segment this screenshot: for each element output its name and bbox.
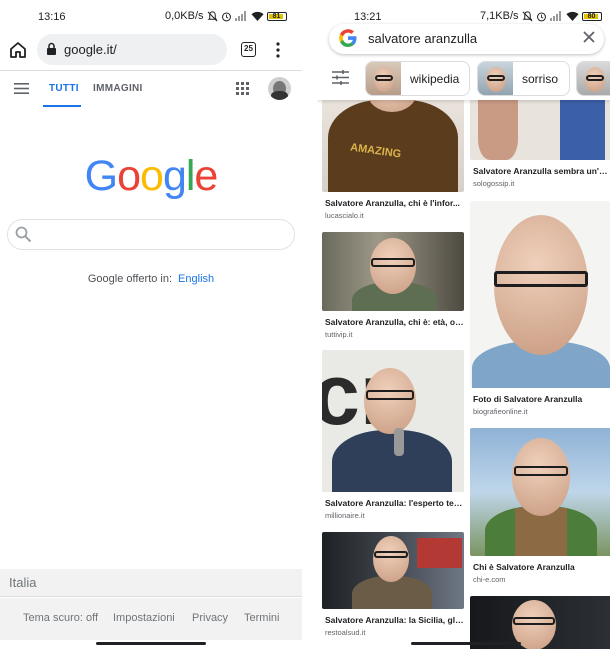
language-link[interactable]: English: [178, 273, 214, 285]
result-title: Salvatore Aranzulla: la Sicilia, gli ...: [325, 615, 464, 625]
footer-privacy[interactable]: Privacy: [192, 612, 228, 624]
gesture-handle[interactable]: [411, 642, 521, 645]
status-icons: 0,0KB/s 81: [165, 10, 287, 22]
chip-more[interactable]: [576, 61, 610, 96]
battery-icon: 81: [266, 11, 287, 21]
signal-icon: [549, 11, 561, 21]
language-offer: Google offerto in: English: [0, 273, 302, 285]
status-time: 13:21: [354, 11, 382, 23]
result-domain: biografieonline.it: [473, 407, 528, 416]
address-bar[interactable]: google.it/: [37, 34, 227, 65]
mute-icon: [522, 10, 532, 21]
tab-switcher-button[interactable]: 25: [241, 42, 256, 57]
chip-thumbnail: [478, 62, 513, 95]
close-icon[interactable]: [582, 30, 596, 44]
result-card[interactable]: AMAZING Salvatore Aranzulla, chi è l'inf…: [322, 100, 464, 220]
status-bar: 13:16 0,0KB/s 81: [0, 0, 302, 34]
google-nav: TUTTI IMMAGINI: [0, 71, 302, 107]
battery-icon: 80: [581, 11, 602, 21]
gesture-handle[interactable]: [96, 642, 206, 645]
result-domain: millionaire.it: [325, 511, 365, 520]
left-phone-screen: 13:16 0,0KB/s 81 google.it/ 25 TUTTI IMM…: [0, 0, 302, 649]
result-card[interactable]: cr Salvatore Aranzulla: l'esperto tec...…: [322, 350, 464, 520]
alarm-icon: [221, 12, 231, 21]
image-search-bar[interactable]: salvatore aranzulla: [329, 24, 604, 54]
result-image: [470, 100, 610, 160]
search-query: salvatore aranzulla: [368, 31, 478, 46]
country-label: Italia: [9, 575, 37, 590]
result-image: AMAZING: [322, 100, 464, 192]
alarm-icon: [536, 12, 546, 21]
status-time: 13:16: [38, 11, 66, 23]
mute-icon: [207, 10, 217, 21]
chip-sorriso[interactable]: sorriso: [477, 61, 570, 96]
result-card[interactable]: Salvatore Aranzulla: la Sicilia, gli ...…: [322, 532, 464, 637]
url-text: google.it/: [64, 42, 117, 57]
tab-tutti[interactable]: TUTTI: [49, 83, 79, 94]
tab-immagini[interactable]: IMMAGINI: [93, 83, 143, 94]
result-card[interactable]: Chi è Salvatore Aranzulla chi-e.com: [470, 428, 610, 584]
chip-thumbnail: [366, 62, 401, 95]
menu-icon[interactable]: [14, 83, 29, 94]
result-image: [322, 232, 464, 311]
google-logo: Google: [84, 152, 219, 200]
tune-icon[interactable]: [332, 70, 349, 85]
result-domain: chi-e.com: [473, 575, 506, 584]
net-speed: 7,1KB/s: [480, 10, 519, 22]
footer-terms[interactable]: Termini: [244, 612, 279, 624]
screen-gap: [302, 0, 317, 649]
right-phone-screen: 13:21 7,1KB/s 80 salvatore aranzulla wik…: [317, 0, 610, 649]
footer-dark-theme[interactable]: Tema scuro: off: [23, 612, 98, 624]
result-domain: restoalsud.it: [325, 628, 366, 637]
result-domain: tuttivip.it: [325, 330, 353, 339]
chip-thumbnail: [577, 62, 610, 95]
offered-label: Google offerto in:: [87, 273, 173, 285]
net-speed: 0,0KB/s: [165, 10, 204, 22]
status-icons: 7,1KB/s 80: [480, 10, 602, 22]
chip-wikipedia[interactable]: wikipedia: [365, 61, 470, 96]
lock-icon: [47, 42, 56, 55]
footer-links: Tema scuro: off Impostazioni Privacy Ter…: [0, 598, 302, 640]
result-image: [322, 532, 464, 609]
result-title: Salvatore Aranzulla, chi è: età, or...: [325, 317, 464, 327]
search-icon: [15, 226, 32, 243]
result-image: [470, 201, 610, 388]
signal-icon: [234, 11, 246, 21]
active-tab-indicator: [43, 105, 81, 107]
account-avatar[interactable]: [268, 77, 291, 100]
result-image: cr: [322, 350, 464, 492]
search-input[interactable]: [7, 219, 295, 250]
result-card[interactable]: Salvatore Aranzulla, chi è: età, or... t…: [322, 232, 464, 339]
image-results-grid: AMAZING Salvatore Aranzulla, chi è l'inf…: [317, 100, 610, 649]
google-g-icon: [339, 29, 357, 47]
browser-toolbar: google.it/ 25: [0, 34, 302, 66]
result-title: Foto di Salvatore Aranzulla: [473, 394, 583, 404]
apps-grid-icon[interactable]: [236, 82, 249, 95]
result-title: Salvatore Aranzulla sembra un'al...: [473, 166, 610, 176]
footer-country: Italia: [0, 569, 302, 597]
filter-chips: wikipedia sorriso: [317, 58, 610, 100]
result-domain: sologossip.it: [473, 179, 515, 188]
result-image: [470, 428, 610, 556]
chip-label: sorriso: [522, 72, 559, 86]
home-icon[interactable]: [9, 41, 27, 58]
result-domain: lucascialo.it: [325, 211, 364, 220]
result-title: Salvatore Aranzulla: l'esperto tec...: [325, 498, 464, 508]
result-card[interactable]: Salvatore Aranzulla sembra un'al... solo…: [470, 100, 610, 188]
more-menu-icon[interactable]: [275, 42, 281, 58]
wifi-icon: [566, 11, 579, 21]
result-title: Salvatore Aranzulla, chi è l'infor...: [325, 198, 460, 208]
chip-label: wikipedia: [410, 72, 460, 86]
wifi-icon: [251, 11, 264, 21]
result-card[interactable]: Foto di Salvatore Aranzulla biografieonl…: [470, 201, 610, 416]
result-title: Chi è Salvatore Aranzulla: [473, 562, 575, 572]
footer-settings[interactable]: Impostazioni: [113, 612, 175, 624]
